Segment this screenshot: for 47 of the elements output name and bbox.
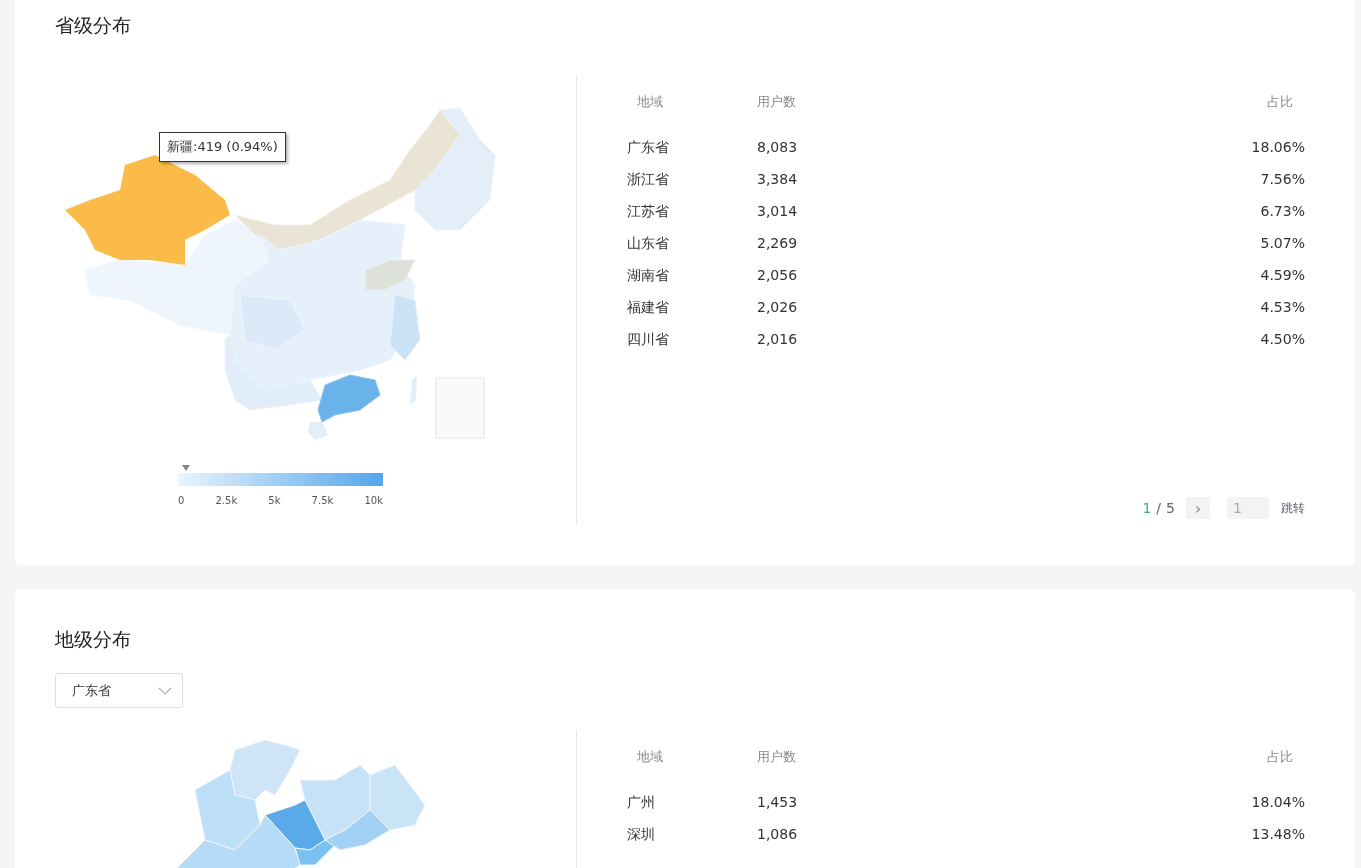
- table-cell-text: 3,014: [757, 202, 799, 220]
- table-cell-text: 湖南省: [627, 266, 670, 284]
- table-cell-text: 3,384: [757, 170, 799, 188]
- jump-link[interactable]: 跳转: [1281, 499, 1305, 517]
- table-cell-text: 2,056: [757, 266, 799, 284]
- page-separator: /: [1156, 500, 1162, 516]
- table-cell-text: 18.06%: [1250, 138, 1305, 156]
- province-dropdown[interactable]: 广东省: [55, 673, 183, 708]
- column-header: 用户数: [757, 748, 797, 766]
- table-cell-text: 13.48%: [1250, 825, 1305, 843]
- scale-tick-label: 7.5k: [311, 495, 334, 506]
- table-cell-text: 18.04%: [1250, 793, 1305, 811]
- scale-tick-label: 0: [178, 495, 185, 506]
- table-cell-text: 广东省: [627, 138, 670, 156]
- total-pages: 5: [1166, 500, 1175, 516]
- table-cell-text: 8,083: [757, 138, 799, 156]
- table-cell-text: 2,016: [757, 330, 799, 348]
- table-cell-text: 1,453: [757, 793, 799, 811]
- table-cell-text: 福建省: [627, 298, 670, 316]
- chevron-down-icon: [158, 686, 172, 695]
- table-cell-text: 江苏省: [627, 202, 670, 220]
- table-cell-text: 四川省: [627, 330, 670, 348]
- table-cell-text: 山东省: [627, 234, 670, 252]
- table-cell-text: 2,026: [757, 298, 799, 316]
- table-cell-text: 1,086: [757, 825, 799, 843]
- scale-tick-label: 10k: [364, 495, 383, 506]
- column-header: 占比: [1266, 748, 1294, 766]
- scale-tick-label: 5k: [268, 495, 281, 506]
- section-title: 省级分布: [55, 13, 132, 38]
- table-cell-text: 浙江省: [627, 170, 670, 188]
- table-cell-text: 深圳: [627, 825, 656, 843]
- table-cell-text: 4.59%: [1259, 266, 1305, 284]
- table-cell-text: 广州: [627, 793, 656, 811]
- table-cell-text: 2,269: [757, 234, 799, 252]
- scale-tick-label: 2.5k: [215, 495, 238, 506]
- table-cell-text: 7.56%: [1259, 170, 1305, 188]
- map-tooltip: 新疆:419 (0.94%): [159, 132, 286, 162]
- section-title: 地级分布: [55, 627, 132, 652]
- current-page: 1: [1142, 500, 1152, 516]
- column-header: 地域: [636, 748, 664, 766]
- table-cell-text: 6.73%: [1259, 202, 1305, 220]
- column-header: 占比: [1266, 93, 1294, 111]
- table-cell-text: 4.53%: [1259, 298, 1305, 316]
- table-cell-text: 5.07%: [1259, 234, 1305, 252]
- column-header: 用户数: [757, 93, 797, 111]
- table-cell-text: 4.50%: [1259, 330, 1305, 348]
- column-header: 地域: [636, 93, 664, 111]
